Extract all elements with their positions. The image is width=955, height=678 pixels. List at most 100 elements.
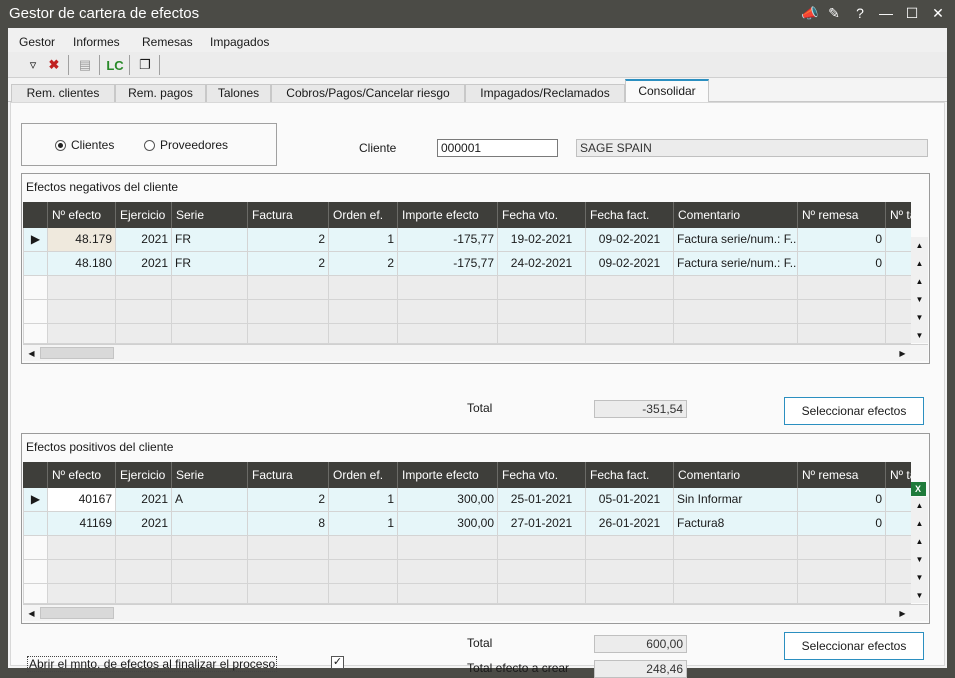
menu-gestor[interactable]: Gestor [19,35,55,49]
cell-fecha-fact[interactable]: 26-01-2021 [585,512,673,536]
col-serie[interactable]: Serie [171,462,247,488]
cell-num-ta[interactable] [885,228,911,252]
megaphone-icon[interactable]: 📣 [801,5,818,21]
filter-icon[interactable]: ▿ [23,55,43,75]
menu-informes[interactable]: Informes [73,35,120,49]
cell-num-efecto[interactable]: 40167 [47,488,115,512]
seleccionar-negativos-button[interactable]: Seleccionar efectos [784,397,924,425]
cell-fecha-fact[interactable]: 09-02-2021 [585,228,673,252]
cell-fecha-vto[interactable]: 19-02-2021 [497,228,585,252]
horizontal-scrollbar[interactable]: ◀ ▶ [23,604,928,621]
col-num-ta[interactable]: Nº ta [885,462,911,488]
maximize-icon[interactable]: ☐ [905,5,919,21]
cell-orden[interactable]: 1 [328,488,397,512]
lc-icon[interactable]: LC [105,55,125,75]
vertical-scrollbar[interactable]: ▲ ▲ ▲ ▼ ▼ ▼ [911,497,928,603]
col-orden[interactable]: Orden ef. [328,202,397,228]
cell-comentario[interactable]: Factura serie/num.: F... [673,252,797,276]
scroll-right-icon[interactable]: ▶ [894,605,911,622]
col-importe[interactable]: Importe efecto [397,202,497,228]
cell-factura[interactable]: 2 [247,488,328,512]
cell-num-remesa[interactable]: 0 [797,252,885,276]
table-row[interactable]: ▶ 40167 2021 A 2 1 300,00 25-01-2021 05-… [23,488,911,512]
cell-ejercicio[interactable]: 2021 [115,252,171,276]
copy-icon[interactable]: ❐ [135,55,155,75]
cell-fecha-vto[interactable]: 25-01-2021 [497,488,585,512]
cell-serie[interactable]: A [171,488,247,512]
clear-filter-icon[interactable]: ✖ [44,55,64,75]
menu-remesas[interactable]: Remesas [142,35,193,49]
cell-ejercicio[interactable]: 2021 [115,228,171,252]
minimize-icon[interactable]: — [879,5,893,21]
cliente-code-input[interactable]: 000001 [437,139,558,157]
table-row[interactable]: 41169 2021 8 1 300,00 27-01-2021 26-01-2… [23,512,911,536]
cell-comentario[interactable]: Sin Informar [673,488,797,512]
cell-importe[interactable]: -175,77 [397,228,497,252]
col-ejercicio[interactable]: Ejercicio [115,462,171,488]
scroll-down-icon[interactable]: ▼ [911,291,928,309]
pin-icon[interactable]: ✎ [827,5,841,21]
horizontal-scrollbar[interactable]: ◀ ▶ [23,344,928,361]
cell-orden[interactable]: 1 [328,228,397,252]
row-selector-icon[interactable]: ▶ [23,488,47,512]
scroll-page-down-icon[interactable]: ▼ [911,309,928,327]
scroll-bottom-icon[interactable]: ▼ [911,587,928,605]
cell-factura[interactable]: 8 [247,512,328,536]
col-num-remesa[interactable]: Nº remesa [797,202,885,228]
vertical-scrollbar[interactable]: ▲ ▲ ▲ ▼ ▼ ▼ [911,237,928,343]
cell-num-remesa[interactable]: 0 [797,488,885,512]
tab-talones[interactable]: Talones [206,84,271,102]
col-fecha-fact[interactable]: Fecha fact. [585,462,673,488]
table-row[interactable]: 48.180 2021 FR 2 2 -175,77 24-02-2021 09… [23,252,911,276]
col-fecha-vto[interactable]: Fecha vto. [497,462,585,488]
radio-clientes-indicator[interactable] [55,139,66,151]
cell-comentario[interactable]: Factura8 [673,512,797,536]
scroll-left-icon[interactable]: ◀ [23,605,40,622]
radio-proveedores-indicator[interactable] [144,139,155,151]
col-fecha-fact[interactable]: Fecha fact. [585,202,673,228]
document-icon[interactable]: ▤ [75,55,95,75]
scroll-left-icon[interactable]: ◀ [23,345,40,362]
cell-num-remesa[interactable]: 0 [797,228,885,252]
col-factura[interactable]: Factura [247,462,328,488]
col-comentario[interactable]: Comentario [673,202,797,228]
cell-fecha-fact[interactable]: 05-01-2021 [585,488,673,512]
cell-num-ta[interactable] [885,512,911,536]
tab-cobros-pagos[interactable]: Cobros/Pagos/Cancelar riesgo [271,84,465,102]
col-num-efecto[interactable]: Nº efecto [47,202,115,228]
cell-ejercicio[interactable]: 2021 [115,488,171,512]
tab-rem-pagos[interactable]: Rem. pagos [115,84,206,102]
table-row[interactable]: ▶ 48.179 2021 FR 2 1 -175,77 19-02-2021 … [23,228,911,252]
cell-num-efecto[interactable]: 41169 [47,512,115,536]
cell-serie[interactable]: FR [171,252,247,276]
scroll-top-icon[interactable]: ▲ [911,237,928,255]
col-orden[interactable]: Orden ef. [328,462,397,488]
row-selector-icon[interactable]: ▶ [23,228,47,252]
col-num-efecto[interactable]: Nº efecto [47,462,115,488]
scroll-bottom-icon[interactable]: ▼ [911,327,928,345]
col-serie[interactable]: Serie [171,202,247,228]
scroll-page-down-icon[interactable]: ▼ [911,569,928,587]
abrir-mnto-label[interactable]: Abrir el mnto. de efectos al finalizar e… [27,656,278,672]
scroll-up-icon[interactable]: ▲ [911,273,928,291]
excel-icon[interactable]: X [910,482,926,496]
cell-ejercicio[interactable]: 2021 [115,512,171,536]
cell-num-efecto[interactable]: 48.179 [47,228,115,252]
cell-serie[interactable] [171,512,247,536]
row-selector[interactable] [23,512,47,536]
cell-num-remesa[interactable]: 0 [797,512,885,536]
cell-num-efecto[interactable]: 48.180 [47,252,115,276]
col-num-remesa[interactable]: Nº remesa [797,462,885,488]
cell-factura[interactable]: 2 [247,228,328,252]
col-factura[interactable]: Factura [247,202,328,228]
radio-clientes[interactable]: Clientes [55,138,114,152]
cell-importe[interactable]: 300,00 [397,488,497,512]
scroll-right-icon[interactable]: ▶ [894,345,911,362]
cell-fecha-vto[interactable]: 27-01-2021 [497,512,585,536]
abrir-mnto-checkbox[interactable]: ✓ [331,656,344,669]
cell-num-ta[interactable] [885,252,911,276]
help-icon[interactable]: ? [853,5,867,21]
scroll-top-icon[interactable]: ▲ [911,497,928,515]
tab-rem-clientes[interactable]: Rem. clientes [11,84,115,102]
radio-proveedores[interactable]: Proveedores [144,138,228,152]
